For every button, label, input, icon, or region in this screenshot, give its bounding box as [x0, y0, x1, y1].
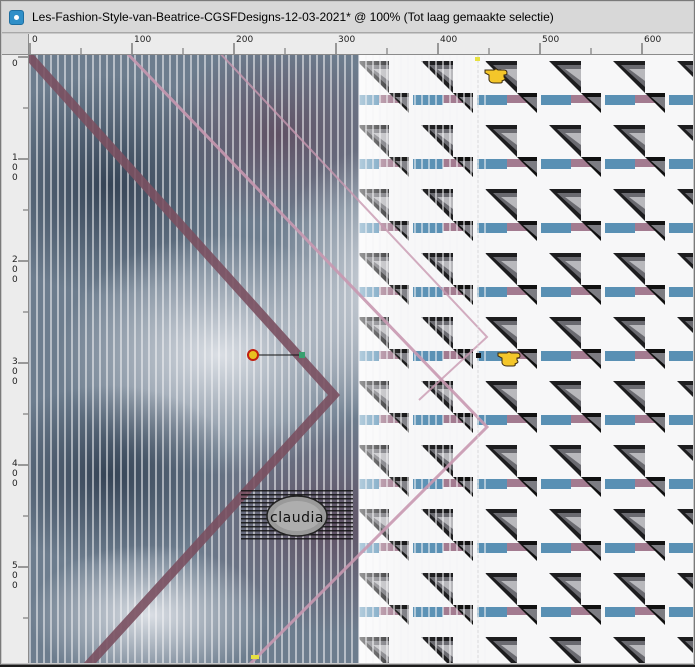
ruler-label-200: 200 — [236, 35, 254, 45]
ruler-corner — [2, 34, 29, 55]
ruler-v-label-400: 4 0 0 — [12, 459, 18, 489]
window-title: Les-Fashion-Style-van-Beatrice-CGSFDesig… — [32, 10, 554, 24]
watermark-text: claudia — [270, 510, 324, 526]
ruler-v-label-300: 3 0 0 — [12, 357, 18, 387]
ruler-label-500: 500 — [542, 35, 560, 45]
ruler-v-label-100: 1 0 0 — [12, 153, 18, 183]
ruler-v-label-500: 5 0 0 — [12, 561, 18, 591]
watermark-logo: claudia — [241, 490, 353, 542]
ruler-horizontal[interactable]: 0 100 200 300 400 500 600 — [29, 34, 693, 55]
ruler-v-label-200: 2 0 0 — [12, 255, 18, 285]
app-icon — [9, 10, 24, 25]
ruler-label-100: 100 — [134, 35, 152, 45]
pointing-hand-icon — [484, 68, 508, 84]
ruler-label-0: 0 — [32, 35, 38, 45]
canvas-artwork — [29, 55, 693, 663]
image-canvas[interactable]: claudia — [29, 55, 693, 663]
ruler-v-label-0: 0 — [12, 59, 18, 69]
ruler-vertical[interactable]: 0 1 0 0 2 0 0 3 0 0 4 0 0 5 0 0 — [2, 55, 29, 663]
ruler-horizontal-ticks — [29, 43, 643, 54]
image-window: Les-Fashion-Style-van-Beatrice-CGSFDesig… — [0, 0, 695, 665]
window-titlebar[interactable]: Les-Fashion-Style-van-Beatrice-CGSFDesig… — [2, 2, 693, 33]
ruler-label-400: 400 — [440, 35, 458, 45]
ruler-label-300: 300 — [338, 35, 356, 45]
node-handle-icon[interactable] — [245, 347, 261, 363]
pointing-hand-icon — [497, 351, 521, 367]
ruler-label-600: 600 — [644, 35, 662, 45]
